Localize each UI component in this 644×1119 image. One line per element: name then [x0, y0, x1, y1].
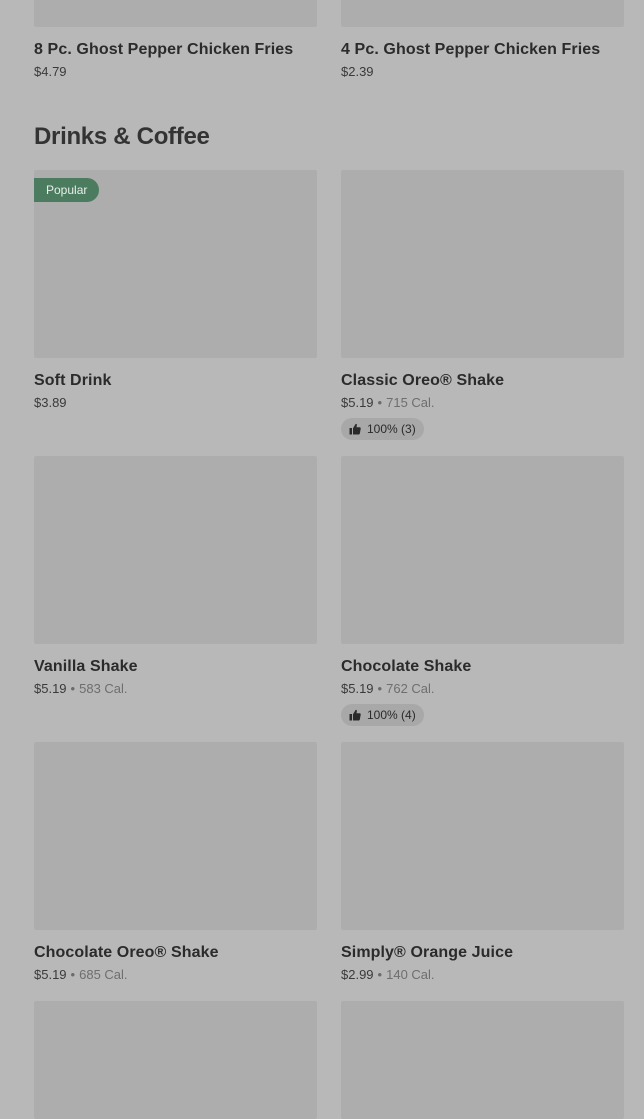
rating-text: 100% (4): [367, 708, 416, 722]
item-image[interactable]: [34, 1001, 317, 1119]
item-price: $5.19: [341, 681, 374, 696]
item-image[interactable]: [341, 456, 624, 644]
item-name: Classic Oreo® Shake: [341, 372, 505, 389]
section-title: Drinks & Coffee: [34, 123, 210, 150]
item-calories: 762 Cal.: [386, 681, 435, 696]
item-name: Soft Drink: [34, 372, 112, 389]
menu-item-card[interactable]: Vanilla Shake $5.19 • 583 Cal.: [34, 456, 317, 698]
meta-separator: •: [377, 681, 383, 696]
item-image[interactable]: Popular: [34, 170, 317, 358]
menu-item-card[interactable]: Chocolate Oreo® Shake $5.19 • 685 Cal.: [34, 742, 317, 984]
item-name: 4 Pc. Ghost Pepper Chicken Fries: [341, 41, 601, 58]
item-price: $2.99: [341, 967, 374, 982]
rating-text: 100% (3): [367, 422, 416, 436]
item-meta: $5.19 • 715 Cal.: [341, 394, 624, 412]
item-meta: $5.19 • 762 Cal.: [341, 680, 624, 698]
item-calories: 715 Cal.: [386, 395, 435, 410]
meta-separator: •: [377, 395, 383, 410]
meta-separator: •: [377, 967, 383, 982]
menu-item-card[interactable]: 8 Pc. Ghost Pepper Chicken Fries $4.79: [34, 0, 317, 81]
item-image[interactable]: [341, 0, 624, 27]
menu-item-card[interactable]: [34, 1001, 317, 1119]
item-name: 8 Pc. Ghost Pepper Chicken Fries: [34, 41, 294, 58]
menu-item-card[interactable]: [341, 1001, 624, 1119]
item-price: $5.19: [34, 681, 67, 696]
item-image[interactable]: [341, 170, 624, 358]
item-meta: $5.19 • 685 Cal.: [34, 966, 317, 984]
menu-item-card[interactable]: Popular Soft Drink $3.89: [34, 170, 317, 412]
item-meta: $3.89: [34, 394, 317, 412]
menu-item-card[interactable]: Chocolate Shake $5.19 • 762 Cal. 100% (4): [341, 456, 624, 726]
item-image[interactable]: [341, 742, 624, 930]
item-price: $3.89: [34, 395, 67, 410]
item-image[interactable]: [34, 456, 317, 644]
item-name: Chocolate Oreo® Shake: [34, 944, 219, 961]
item-image[interactable]: [34, 0, 317, 27]
thumbs-up-icon: [349, 709, 361, 721]
popular-badge: Popular: [34, 178, 100, 202]
rating-badge: 100% (4): [341, 704, 424, 726]
meta-separator: •: [70, 681, 76, 696]
item-meta: $2.39: [341, 63, 624, 81]
item-name: Vanilla Shake: [34, 658, 138, 675]
item-calories: 140 Cal.: [386, 967, 435, 982]
menu-page: 8 Pc. Ghost Pepper Chicken Fries $4.79 4…: [0, 0, 644, 1119]
item-calories: 685 Cal.: [79, 967, 128, 982]
rating-badge: 100% (3): [341, 418, 424, 440]
item-price: $5.19: [34, 967, 67, 982]
item-calories: 583 Cal.: [79, 681, 128, 696]
item-image[interactable]: [341, 1001, 624, 1119]
menu-item-card[interactable]: 4 Pc. Ghost Pepper Chicken Fries $2.39: [341, 0, 624, 81]
thumbs-up-icon: [349, 423, 361, 435]
item-meta: $5.19 • 583 Cal.: [34, 680, 317, 698]
menu-item-card[interactable]: Classic Oreo® Shake $5.19 • 715 Cal. 100% …: [341, 170, 624, 440]
item-name: Simply® Orange Juice: [341, 944, 514, 961]
menu-item-card[interactable]: Simply® Orange Juice $2.99 • 140 Cal.: [341, 742, 624, 984]
item-price: $5.19: [341, 395, 374, 410]
item-name: Chocolate Shake: [341, 658, 472, 675]
meta-separator: •: [70, 967, 76, 982]
item-image[interactable]: [34, 742, 317, 930]
item-price: $2.39: [341, 64, 374, 79]
item-price: $4.79: [34, 64, 67, 79]
item-meta: $2.99 • 140 Cal.: [341, 966, 624, 984]
item-meta: $4.79: [34, 63, 317, 81]
